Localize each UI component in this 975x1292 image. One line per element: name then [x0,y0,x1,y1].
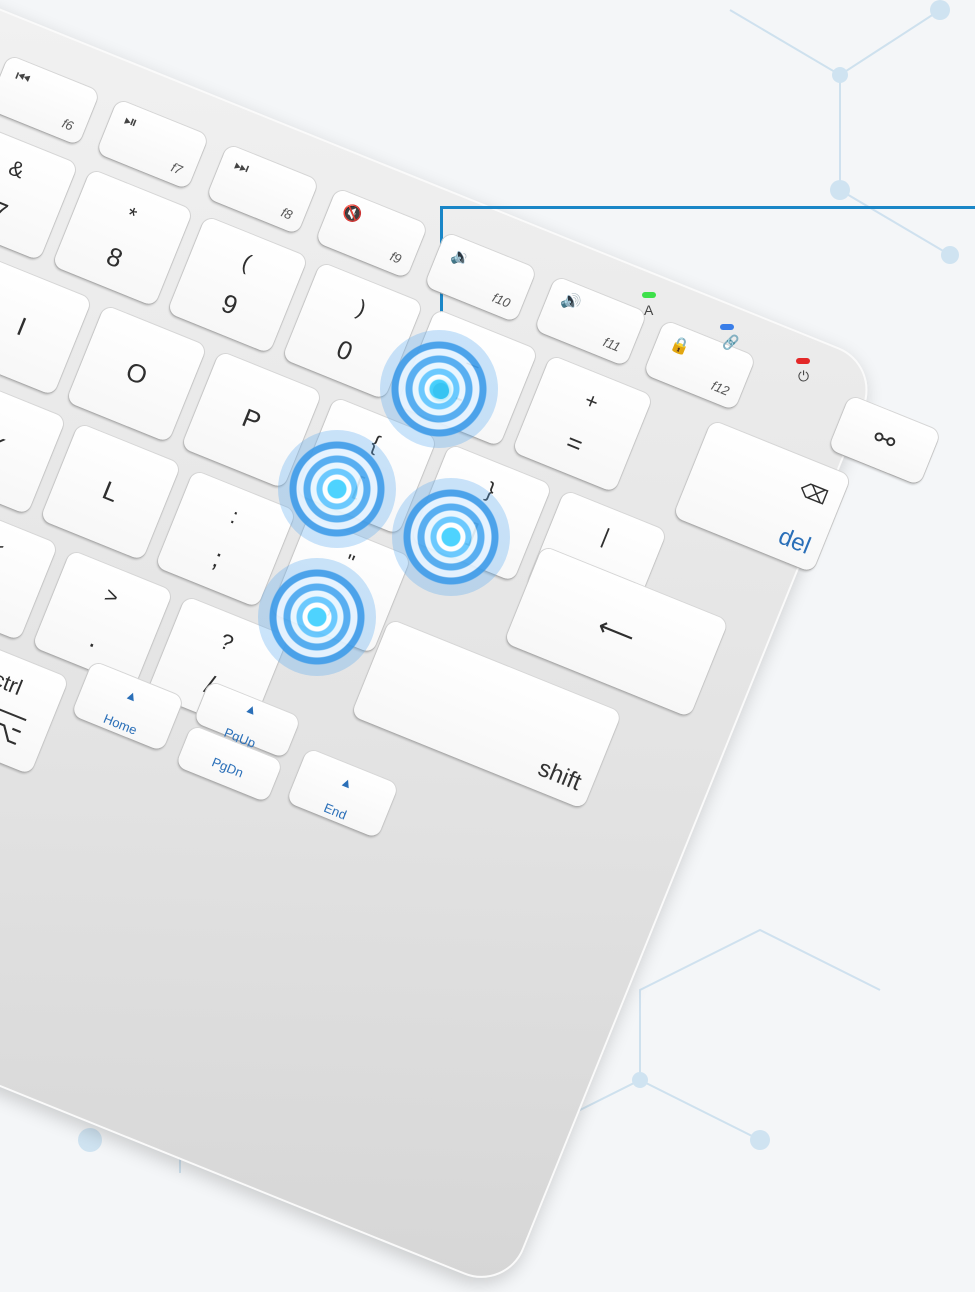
fkey-icon: ⏯ [121,112,140,133]
status-led [642,292,656,298]
fkey-icon: 🔉 [449,246,475,270]
status-led [720,324,734,330]
indicator-icon: ⏻ [798,368,810,384]
key-char: P [238,402,266,437]
indicator-icon: A [644,302,654,318]
fkey-label: f8 [278,204,295,223]
indicator-icon: 🔗 [722,334,740,350]
fkey-label: f10 [490,289,513,311]
fkey-icon: 🔇 [339,202,365,226]
highlight-ring [278,430,396,548]
status-led [796,358,810,364]
key-char: I [13,311,32,342]
callout-dot [433,383,449,399]
highlight-ring [258,558,376,676]
fkey-label: f7 [169,159,185,178]
highlight-ring [392,478,510,596]
fkey-label: f9 [387,248,404,267]
shift-label: shift [534,754,586,797]
fkey-label: f6 [59,115,76,134]
fkey-icon: ⏮ [12,67,33,89]
key-char: K [0,427,10,463]
key-char: O [122,355,153,391]
fkey-label: f12 [709,378,732,399]
callout-line-horizontal [440,206,975,209]
key-char: L [98,474,123,509]
del-label: del [774,522,815,561]
fkey-icon: 🔊 [558,290,584,314]
delete-icon: ⌫ [796,479,831,511]
fkey-icon: 🔒 [668,334,693,359]
fkey-icon: ⏭ [231,156,251,178]
fkey-label: f11 [600,334,623,355]
